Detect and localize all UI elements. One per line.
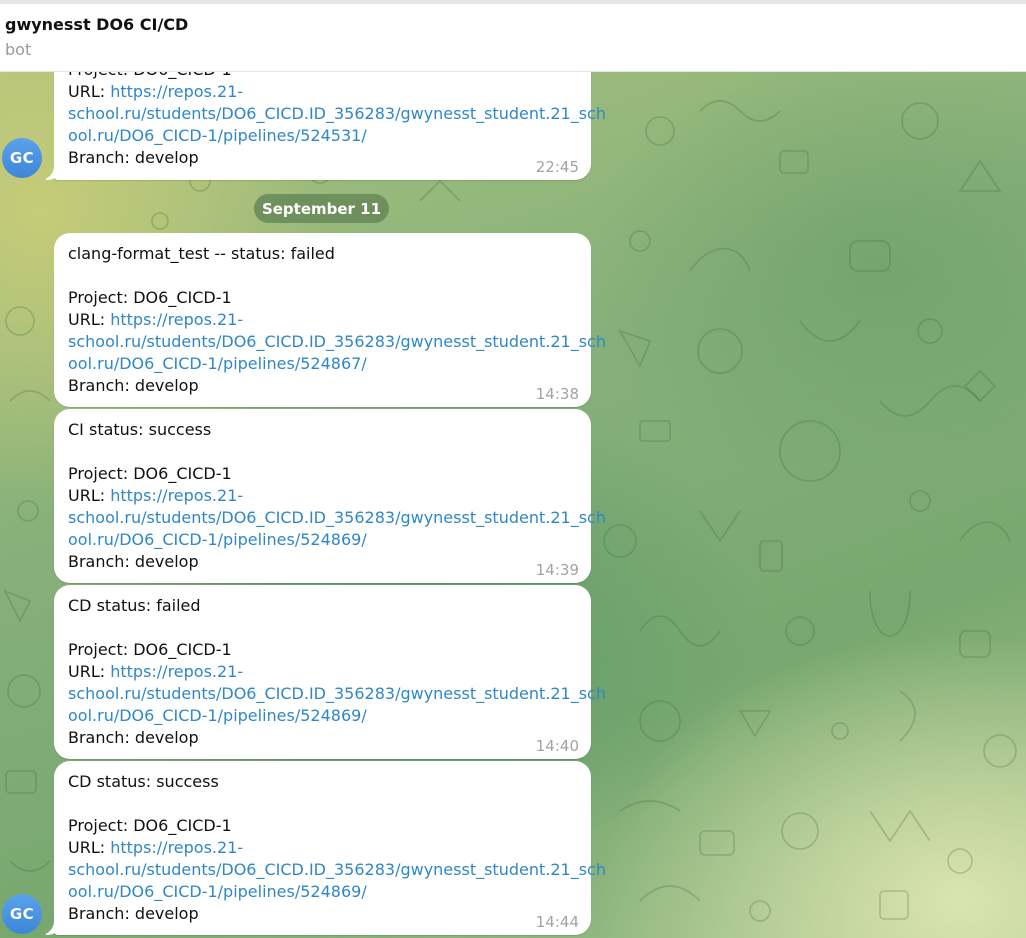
pipeline-link-cont[interactable]: school.ru/students/DO6_CICD.ID_356283/gw… (68, 508, 606, 527)
pipeline-link-cont[interactable]: school.ru/students/DO6_CICD.ID_356283/gw… (68, 104, 606, 123)
message-time: 14:39 (535, 561, 579, 579)
pipeline-link[interactable]: https://repos.21- (110, 838, 243, 857)
chat-subtitle: bot (5, 40, 32, 59)
date-separator: September 11 (254, 194, 389, 223)
bot-avatar[interactable]: GC (2, 894, 42, 934)
message-bubble[interactable]: clang-format_test -- status: failed Proj… (54, 233, 606, 407)
message-time: 14:40 (535, 737, 579, 755)
pipeline-link[interactable]: https://repos.21- (110, 486, 243, 505)
pipeline-link-cont[interactable]: ool.ru/DO6_CICD-1/pipelines/524869/ (68, 882, 367, 901)
url-label: URL: (68, 82, 111, 101)
message-time: 14:44 (535, 913, 579, 931)
chat-title: gwynesst DO6 CI/CD (5, 15, 189, 34)
message-time: 14:38 (535, 385, 579, 403)
pipeline-link-cont[interactable]: ool.ru/DO6_CICD-1/pipelines/524869/ (68, 706, 367, 725)
pipeline-link-cont[interactable]: ool.ru/DO6_CICD-1/pipelines/524869/ (68, 530, 367, 549)
message-status: CD status: success (68, 772, 219, 791)
pipeline-link[interactable]: https://repos.21- (110, 662, 243, 681)
message-time: 22:45 (535, 158, 579, 176)
url-label: URL: (68, 662, 111, 681)
message-branch: Branch: develop (68, 904, 199, 923)
message-bubble[interactable]: CI status: success Project: DO6_CICD-1 U… (54, 409, 606, 583)
message-bubble[interactable]: CD status: success Project: DO6_CICD-1 U… (54, 761, 606, 935)
pipeline-link-cont[interactable]: school.ru/students/DO6_CICD.ID_356283/gw… (68, 684, 606, 703)
pipeline-link-cont[interactable]: school.ru/students/DO6_CICD.ID_356283/gw… (68, 860, 606, 879)
url-label: URL: (68, 310, 111, 329)
message-project: Project: DO6_CICD-1 (68, 816, 232, 835)
message-branch: Branch: develop (68, 552, 199, 571)
pipeline-link[interactable]: https://repos.21- (110, 310, 243, 329)
pipeline-link-cont[interactable]: ool.ru/DO6_CICD-1/pipelines/524867/ (68, 354, 367, 373)
url-label: URL: (68, 838, 111, 857)
message-branch: Branch: develop (68, 376, 199, 395)
message-bubble[interactable]: CD status: failed Project: DO6_CICD-1 UR… (54, 585, 606, 759)
pipeline-link-cont[interactable]: school.ru/students/DO6_CICD.ID_356283/gw… (68, 332, 606, 351)
bubble-tail (46, 164, 62, 180)
message-branch: Branch: develop (68, 148, 199, 167)
pipeline-link[interactable]: https://repos.21- (110, 82, 243, 101)
pipeline-link-cont[interactable]: ool.ru/DO6_CICD-1/pipelines/524531/ (68, 126, 367, 145)
message-branch: Branch: develop (68, 728, 199, 747)
bubble-tail (46, 919, 62, 935)
bot-avatar[interactable]: GC (2, 138, 42, 178)
message-project: Project: DO6_CICD-1 (68, 464, 232, 483)
message-project: Project: DO6_CICD-1 (68, 640, 232, 659)
url-label: URL: (68, 486, 111, 505)
message-status: CI status: success (68, 420, 212, 439)
chat-header[interactable]: gwynesst DO6 CI/CD bot (0, 4, 1026, 72)
message-status: clang-format_test -- status: failed (68, 244, 335, 263)
message-status: CD status: failed (68, 596, 201, 615)
message-project: Project: DO6_CICD-1 (68, 288, 232, 307)
